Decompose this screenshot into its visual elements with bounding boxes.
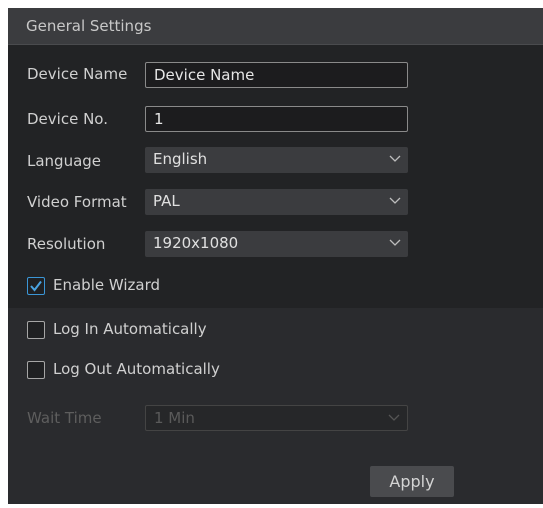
- wait-time-select: 1 Min: [145, 405, 408, 431]
- chevron-down-icon: [388, 414, 400, 421]
- chevron-down-icon: [389, 197, 401, 204]
- language-label: Language: [27, 152, 102, 170]
- video-format-label: Video Format: [27, 193, 127, 211]
- language-select[interactable]: English: [145, 147, 408, 173]
- device-name-input[interactable]: Device Name: [145, 62, 408, 88]
- wait-time-value: 1 Min: [154, 409, 195, 427]
- video-format-select[interactable]: PAL: [145, 189, 408, 215]
- device-no-input[interactable]: 1: [145, 106, 408, 132]
- log-out-automatically-checkbox[interactable]: [27, 361, 45, 379]
- log-in-automatically-label: Log In Automatically: [53, 320, 207, 338]
- resolution-label: Resolution: [27, 235, 106, 253]
- resolution-value: 1920x1080: [153, 234, 239, 252]
- panel-header: General Settings: [8, 8, 543, 45]
- checkmark-icon: [30, 280, 42, 292]
- enable-wizard-label: Enable Wizard: [53, 276, 161, 294]
- page-title: General Settings: [26, 17, 152, 35]
- device-name-label: Device Name: [27, 65, 128, 83]
- log-in-automatically-checkbox[interactable]: [27, 321, 45, 339]
- chevron-down-icon: [389, 239, 401, 246]
- chevron-down-icon: [389, 155, 401, 162]
- device-no-label: Device No.: [27, 110, 108, 128]
- apply-button[interactable]: Apply: [370, 466, 454, 497]
- wait-time-section: Wait Time 1 Min: [8, 392, 543, 504]
- enable-wizard-checkbox[interactable]: [27, 277, 45, 295]
- enable-wizard-row[interactable]: Enable Wizard: [8, 264, 543, 308]
- language-value: English: [153, 150, 208, 168]
- log-out-automatically-label: Log Out Automatically: [53, 360, 220, 378]
- resolution-select[interactable]: 1920x1080: [145, 231, 408, 257]
- log-in-automatically-row[interactable]: Log In Automatically: [8, 308, 543, 352]
- video-format-value: PAL: [153, 192, 180, 210]
- wait-time-label: Wait Time: [27, 409, 102, 427]
- general-settings-panel: General Settings Device Name Device Name…: [8, 8, 543, 504]
- log-out-automatically-row[interactable]: Log Out Automatically: [8, 348, 543, 392]
